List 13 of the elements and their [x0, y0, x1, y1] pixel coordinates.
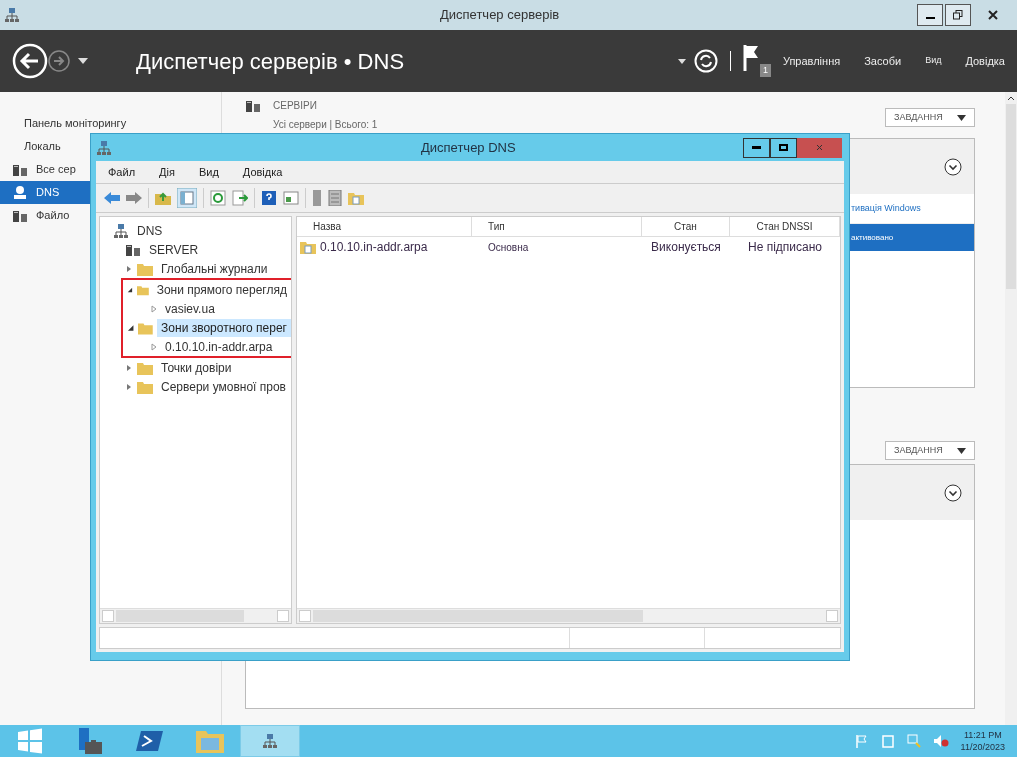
table-cell-text: Не підписано [748, 239, 822, 256]
tile-title: СЕРВІРИ [273, 99, 318, 113]
table-cell-text: Виконується [651, 239, 721, 256]
window-title: Диспетчер серверів [440, 6, 560, 25]
table-cell: активовано [851, 231, 894, 244]
notification-badge: 1 [759, 63, 771, 77]
table-cell-text: 0.10.10.in-addr.arpa [320, 239, 428, 256]
clock-date: 11/20/2023 [960, 741, 1005, 753]
table-cell-text: Основна [488, 240, 529, 255]
clock-time: 11:21 PM [963, 729, 1002, 741]
page-title: Диспетчер серверів • DNS [136, 47, 405, 76]
tile-subtitle: Усі сервери | Всього: 1 [273, 118, 378, 132]
window-title: Диспетчер DNS [421, 138, 516, 157]
